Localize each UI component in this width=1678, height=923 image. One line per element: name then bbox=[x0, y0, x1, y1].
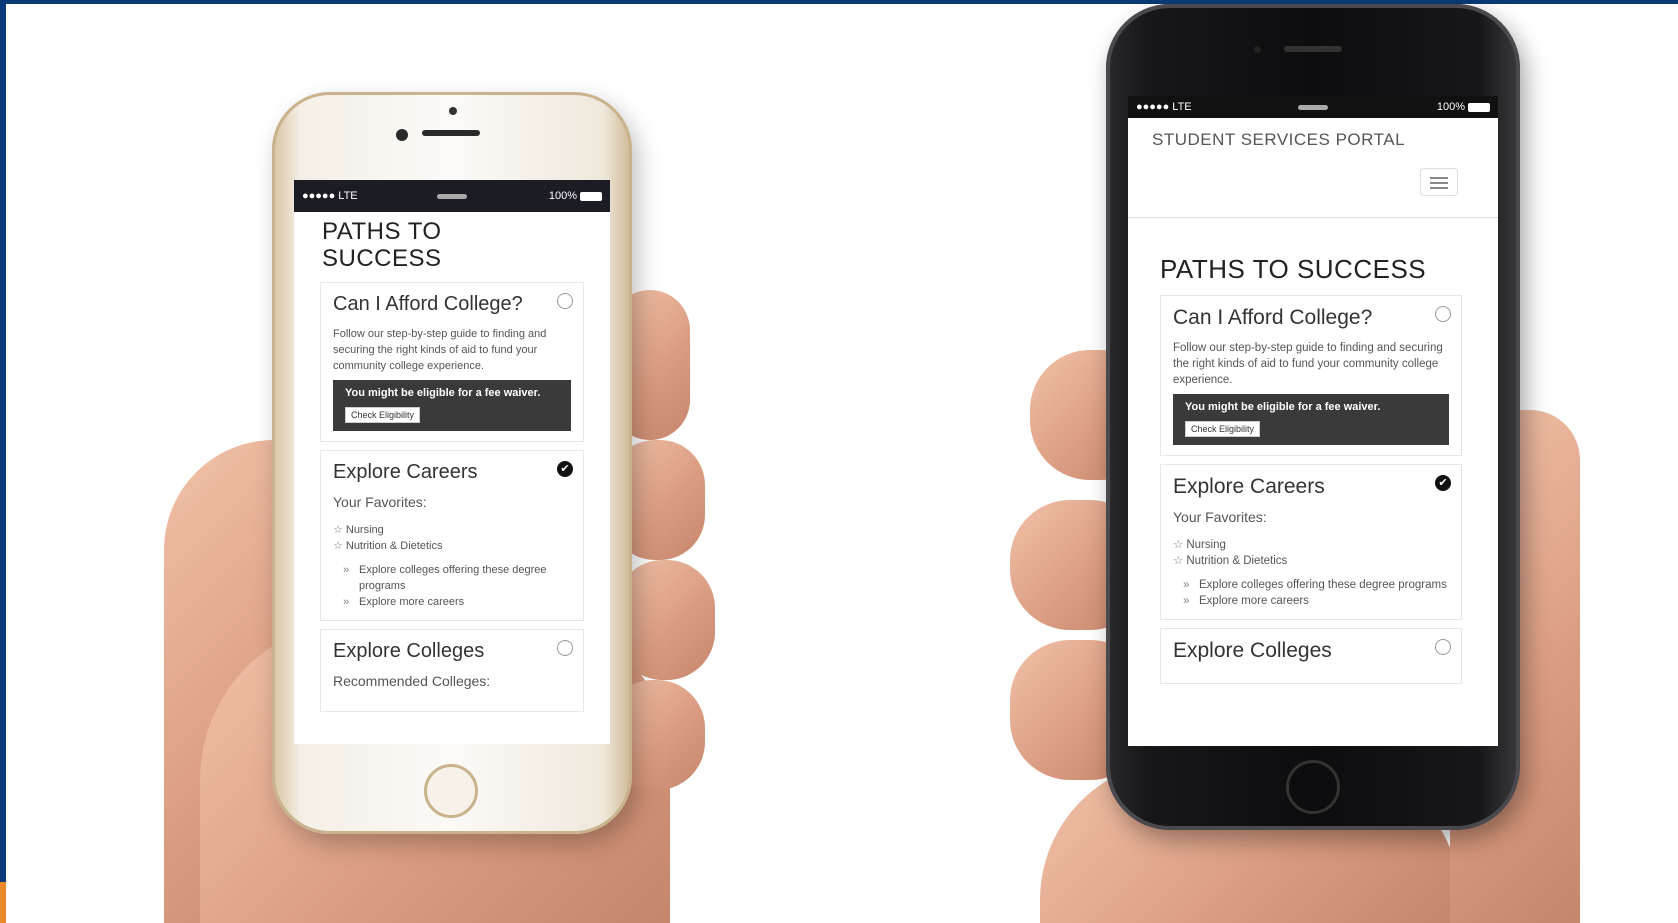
left-phone: ●●●●● LTE 100% PATHS TO SUCCESS Can I Af… bbox=[272, 92, 632, 834]
explore-colleges-link[interactable]: » Explore colleges offering these degree … bbox=[1173, 577, 1449, 593]
card-title: Can I Afford College? bbox=[1173, 306, 1373, 329]
card-title: Explore Colleges bbox=[1173, 639, 1332, 662]
frame-accent-bar bbox=[0, 882, 6, 923]
front-camera bbox=[1254, 46, 1261, 53]
hamburger-menu-icon[interactable] bbox=[1420, 168, 1458, 196]
waiver-text: You might be eligible for a fee waiver. bbox=[345, 387, 541, 399]
notch-grab bbox=[437, 194, 467, 199]
chevron-right-icon: » bbox=[1183, 595, 1190, 607]
card-explore-careers[interactable]: Explore Careers ✔ Your Favorites: ☆ Nursi… bbox=[1160, 464, 1462, 620]
right-phone: ●●●●● LTE 100% STUDENT SERVICES PORTAL P… bbox=[1106, 4, 1520, 830]
fee-waiver-banner: You might be eligible for a fee waiver. … bbox=[1173, 394, 1449, 445]
favorite-item[interactable]: ☆ Nutrition & Dietetics bbox=[1173, 553, 1449, 569]
card-title: Explore Careers bbox=[333, 461, 478, 483]
status-bar: ●●●●● LTE 100% bbox=[1128, 96, 1498, 118]
home-button[interactable] bbox=[1286, 760, 1340, 814]
portal-brand[interactable]: STUDENT SERVICES PORTAL bbox=[1152, 130, 1474, 150]
sensor bbox=[396, 129, 408, 141]
front-camera bbox=[449, 107, 457, 115]
battery-indicator: 100% bbox=[1437, 101, 1490, 113]
card-description: Follow our step-by-step guide to finding… bbox=[1173, 342, 1443, 386]
signal-indicator: ●●●●● LTE bbox=[302, 190, 358, 202]
chevron-right-icon: » bbox=[343, 596, 350, 608]
explore-more-careers-link[interactable]: » Explore more careers bbox=[1173, 593, 1449, 609]
battery-indicator: 100% bbox=[549, 190, 602, 202]
star-icon: ☆ bbox=[333, 524, 343, 536]
incomplete-circle-icon bbox=[557, 293, 573, 309]
signal-indicator: ●●●●● LTE bbox=[1136, 101, 1192, 113]
star-icon: ☆ bbox=[1173, 539, 1184, 551]
card-explore-careers[interactable]: Explore Careers ✔ Your Favorites: ☆ Nursi… bbox=[320, 450, 584, 621]
card-afford-college[interactable]: Can I Afford College? Follow our step-by… bbox=[1160, 295, 1462, 456]
favorite-item[interactable]: ☆ Nutrition & Dietetics bbox=[333, 538, 571, 554]
left-phone-screen: ●●●●● LTE 100% PATHS TO SUCCESS Can I Af… bbox=[294, 180, 610, 744]
battery-icon bbox=[1468, 102, 1490, 112]
home-button[interactable] bbox=[424, 764, 478, 818]
chevron-right-icon: » bbox=[1183, 579, 1190, 591]
card-title: Can I Afford College? bbox=[333, 293, 523, 315]
page-title: PATHS TO SUCCESS bbox=[1160, 254, 1427, 284]
recommended-colleges-label: Recommended Colleges: bbox=[333, 673, 491, 689]
card-title: Explore Colleges bbox=[333, 640, 485, 662]
favorites-label: Your Favorites: bbox=[1173, 509, 1267, 525]
check-eligibility-button[interactable]: Check Eligibility bbox=[1185, 421, 1261, 437]
frame-left-bar bbox=[0, 0, 6, 923]
earpiece-speaker bbox=[422, 130, 480, 136]
card-afford-college[interactable]: Can I Afford College? Follow our step-by… bbox=[320, 282, 584, 442]
explore-more-careers-link[interactable]: » Explore more careers bbox=[333, 594, 571, 610]
incomplete-circle-icon bbox=[557, 640, 573, 656]
favorites-label: Your Favorites: bbox=[333, 494, 427, 510]
right-phone-screen: ●●●●● LTE 100% STUDENT SERVICES PORTAL P… bbox=[1128, 96, 1498, 746]
earpiece-speaker bbox=[1284, 46, 1342, 52]
notch-grab bbox=[1298, 105, 1328, 110]
card-description: Follow our step-by-step guide to finding… bbox=[333, 328, 547, 372]
card-explore-colleges[interactable]: Explore Colleges Recommended Colleges: bbox=[320, 629, 584, 712]
fee-waiver-banner: You might be eligible for a fee waiver. … bbox=[333, 380, 571, 431]
explore-colleges-link[interactable]: » Explore colleges offering these degree … bbox=[333, 562, 571, 594]
battery-icon bbox=[580, 191, 602, 201]
page-title: PATHS TO SUCCESS bbox=[322, 218, 442, 272]
portal-header: STUDENT SERVICES PORTAL bbox=[1128, 118, 1498, 218]
check-circle-icon: ✔ bbox=[557, 461, 573, 477]
incomplete-circle-icon bbox=[1435, 306, 1451, 322]
card-explore-colleges[interactable]: Explore Colleges bbox=[1160, 628, 1462, 684]
check-eligibility-button[interactable]: Check Eligibility bbox=[345, 407, 421, 423]
waiver-text: You might be eligible for a fee waiver. bbox=[1185, 401, 1381, 413]
star-icon: ☆ bbox=[1173, 555, 1184, 567]
incomplete-circle-icon bbox=[1435, 639, 1451, 655]
favorite-item[interactable]: ☆ Nursing bbox=[1173, 537, 1449, 553]
card-title: Explore Careers bbox=[1173, 475, 1325, 498]
favorite-item[interactable]: ☆ Nursing bbox=[333, 522, 571, 538]
status-bar: ●●●●● LTE 100% bbox=[294, 180, 610, 212]
check-circle-icon: ✔ bbox=[1435, 475, 1451, 491]
chevron-right-icon: » bbox=[343, 564, 350, 576]
star-icon: ☆ bbox=[333, 540, 343, 552]
